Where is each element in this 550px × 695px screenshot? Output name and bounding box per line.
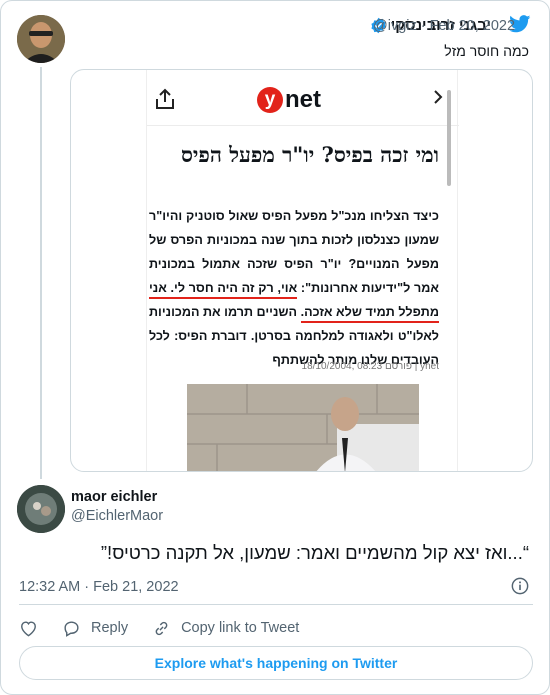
heart-icon: [21, 620, 36, 636]
tweet-embed-card: יבגני זרובינסקי @ivgiz · Feb 20, 2022 כמ…: [0, 0, 550, 695]
reply-author-name[interactable]: maor eichler: [71, 489, 163, 505]
reply-author-avatar[interactable]: [17, 485, 65, 533]
article-headline: ומי זכה בפיס? יו"ר מפעל הפיס: [180, 142, 439, 167]
ynet-logo: y net: [257, 86, 321, 114]
reply-label: Reply: [91, 620, 129, 636]
tweet-text: כמה חוסר מזל: [444, 43, 529, 59]
article-photo: [187, 384, 419, 471]
author-meta: @ivgiz · Feb 20, 2022: [373, 18, 515, 34]
copy-link-label: Copy link to Tweet: [181, 620, 300, 636]
copy-link-button[interactable]: Copy link to Tweet: [152, 619, 299, 638]
article-body: כיצד הצליחו מנכ"ל מפעל הפיס שאול סוטניק …: [149, 204, 439, 372]
ynet-logo-mark: y: [257, 87, 283, 113]
reply-time[interactable]: 12:32 AM: [19, 579, 80, 595]
action-bar: Reply Copy link to Tweet: [19, 617, 323, 639]
divider: [19, 604, 533, 605]
explore-button[interactable]: Explore what's happening on Twitter: [19, 646, 533, 680]
reply-author-block[interactable]: maor eichler @EichlerMaor: [71, 489, 163, 524]
article-screenshot: y net ומי זכה בפיס? יו"ר מפעל הפיס כיצד …: [146, 70, 459, 471]
meta-separator: ·: [420, 18, 426, 34]
tweet-date[interactable]: Feb 20, 2022: [430, 18, 515, 34]
share-icon: [156, 88, 174, 109]
timestamp-separator: ·: [84, 579, 90, 595]
ynet-logo-text: net: [285, 86, 321, 113]
reply-timestamp[interactable]: 12:32 AM · Feb 21, 2022: [19, 579, 179, 595]
reply-icon: [64, 620, 79, 637]
chevron-right-icon: [434, 90, 443, 104]
thread-connector: [40, 67, 42, 479]
like-button[interactable]: [19, 619, 38, 638]
reply-text: “...ואז יצא קול מהשמיים ואמר: שמעון, אל …: [100, 542, 529, 563]
reply-author-handle[interactable]: @EichlerMaor: [71, 508, 163, 524]
author-avatar[interactable]: [17, 15, 65, 63]
tweet-media[interactable]: y net ומי זכה בפיס? יו"ר מפעל הפיס כיצד …: [70, 69, 533, 472]
reply-button[interactable]: Reply: [62, 619, 128, 638]
article-scrollbar: [447, 90, 451, 186]
reply-date[interactable]: Feb 21, 2022: [93, 579, 178, 595]
info-icon[interactable]: [511, 577, 529, 595]
article-topbar: y net: [147, 70, 459, 126]
link-icon: [155, 621, 168, 635]
article-byline: ynet | פורסם 08:23 ,18/10/2004: [301, 361, 439, 372]
author-handle[interactable]: @ivgiz: [373, 18, 417, 34]
